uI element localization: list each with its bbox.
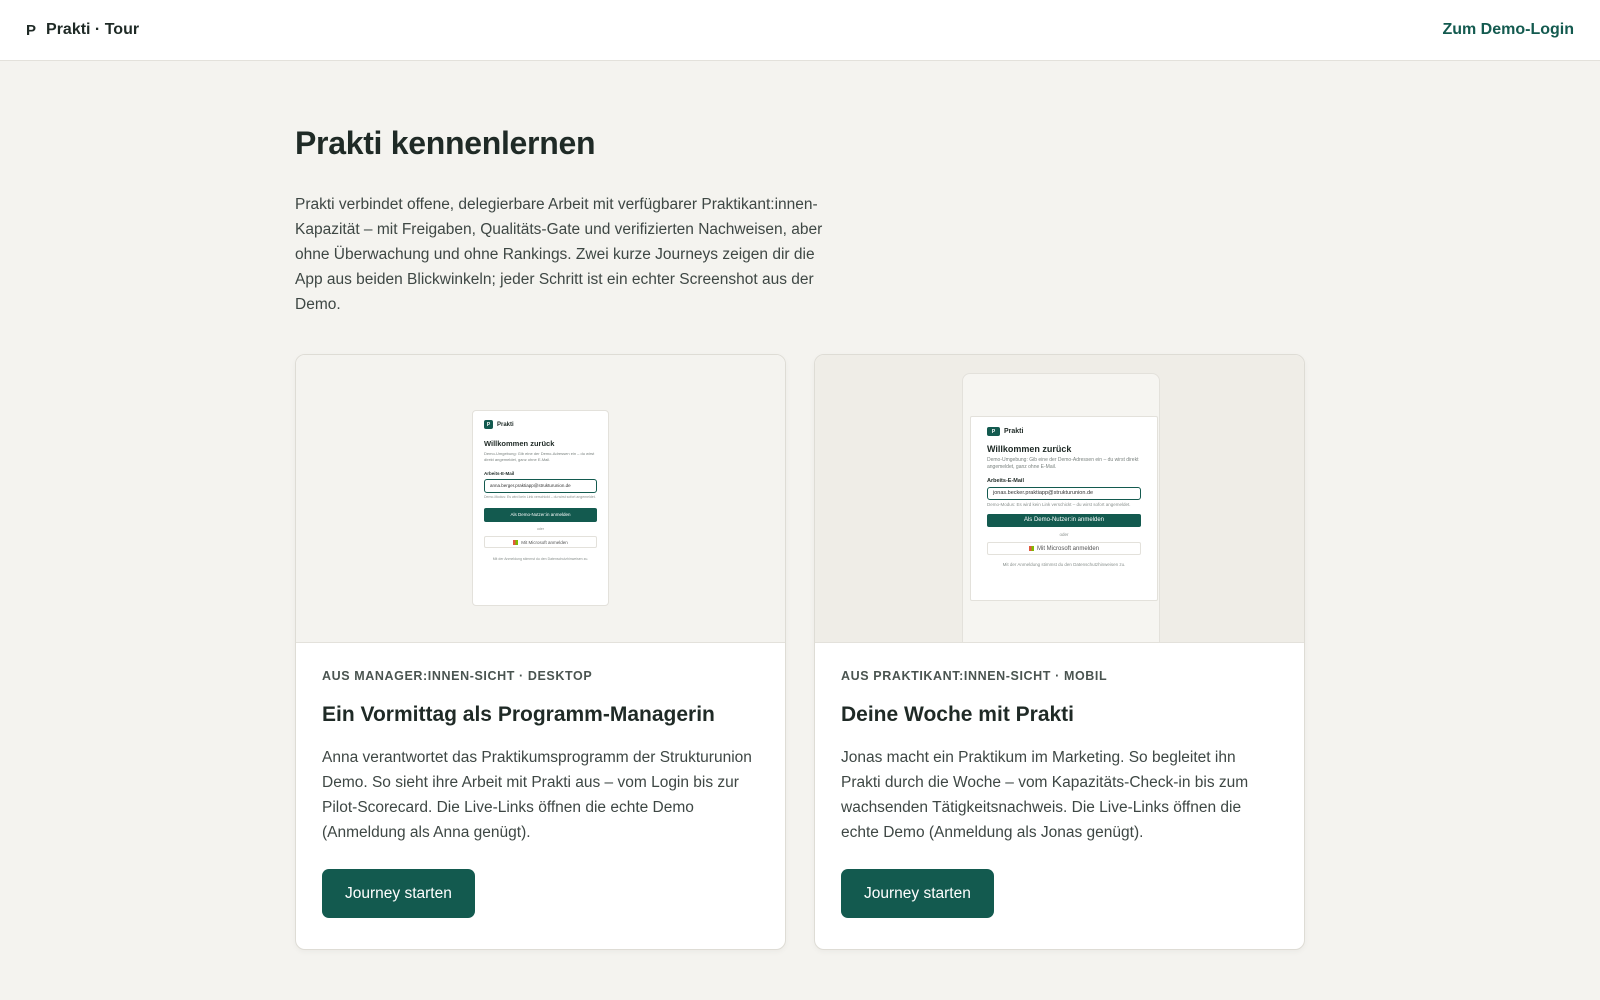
page-title: Prakti kennenlernen <box>295 125 596 161</box>
preview-microsoft-label: Mit Microsoft anmelden <box>521 540 568 545</box>
login-screenshot: P Prakti Willkommen zurück Demo-Umgebung… <box>472 410 609 606</box>
card-eyebrow: AUS PRAKTIKANT:INNEN-SICHT · MOBIL <box>841 669 1108 683</box>
preview-subtitle: Demo-Umgebung: Gib eine der Demo-Adresse… <box>987 457 1139 470</box>
card-body: AUS PRAKTIKANT:INNEN-SICHT · MOBIL Deine… <box>815 643 1304 918</box>
preview-brand: P Prakti <box>987 427 1141 436</box>
start-journey-button-intern[interactable]: Journey starten <box>841 869 994 918</box>
preview-title: Willkommen zurück <box>987 444 1072 454</box>
card-description: Jonas macht ein Praktikum im Marketing. … <box>841 749 1249 841</box>
preview-hint: Demo-Modus: Es wird kein Link verschickt… <box>484 495 596 499</box>
card-title: Deine Woche mit Prakti <box>841 703 1075 726</box>
journey-cards: P Prakti Willkommen zurück Demo-Umgebung… <box>295 354 1305 950</box>
preview-hint: Demo-Modus: Es wird kein Link verschickt… <box>987 502 1131 507</box>
preview-brand-name: Prakti <box>1004 428 1024 435</box>
microsoft-icon <box>1028 545 1034 551</box>
preview-logo-icon: P <box>484 420 493 429</box>
brand-name: Prakti · Tour <box>46 21 140 38</box>
journey-card-manager: P Prakti Willkommen zurück Demo-Umgebung… <box>295 354 786 950</box>
main-content: Prakti kennenlernen Prakti verbindet off… <box>295 61 1305 950</box>
brand[interactable]: P Prakti · Tour <box>26 21 139 39</box>
login-screenshot: P Prakti Willkommen zurück Demo-Umgebung… <box>970 416 1158 601</box>
preview-logo-icon: P <box>987 427 1000 436</box>
card-description: Anna verantwortet das Praktikumsprogramm… <box>322 749 752 841</box>
brand-logo: P <box>26 21 37 39</box>
preview-footer: Mit der Anmeldung stimmst du den Datensc… <box>492 557 589 561</box>
microsoft-icon <box>513 540 519 546</box>
preview-email-label: Arbeits-E-Mail <box>484 471 515 476</box>
card-eyebrow: AUS MANAGER:INNEN-SICHT · DESKTOP <box>322 669 593 683</box>
top-bar: P Prakti · Tour Zum Demo-Login <box>0 0 1600 61</box>
preview-or: oder <box>1059 532 1069 537</box>
card-title: Ein Vormittag als Programm-Managerin <box>322 703 715 726</box>
start-journey-button-manager[interactable]: Journey starten <box>322 869 475 918</box>
preview-footer: Mit der Anmeldung stimmst du den Datensc… <box>1002 562 1126 567</box>
preview-subtitle: Demo-Umgebung: Gib eine der Demo-Adresse… <box>484 451 595 462</box>
journey-card-intern: P Prakti Willkommen zurück Demo-Umgebung… <box>814 354 1305 950</box>
card-body: AUS MANAGER:INNEN-SICHT · DESKTOP Ein Vo… <box>296 643 785 918</box>
preview-microsoft-label: Mit Microsoft anmelden <box>1036 546 1100 552</box>
preview-title: Willkommen zurück <box>484 439 555 448</box>
demo-login-link[interactable]: Zum Demo-Login <box>1442 21 1574 39</box>
preview-submit-button: Als Demo-Nutzer:in anmelden <box>484 508 597 522</box>
preview-brand: P Prakti <box>484 420 597 429</box>
preview-microsoft-button: Mit Microsoft anmelden <box>484 536 597 548</box>
preview-microsoft-button: Mit Microsoft anmelden <box>987 542 1141 555</box>
preview-or: oder <box>536 527 544 531</box>
card-preview-desktop: P Prakti Willkommen zurück Demo-Umgebung… <box>296 355 785 643</box>
card-preview-mobile: P Prakti Willkommen zurück Demo-Umgebung… <box>815 355 1304 643</box>
preview-email-label: Arbeits-E-Mail <box>987 478 1024 484</box>
preview-submit-button: Als Demo-Nutzer:in anmelden <box>987 514 1141 527</box>
preview-email-field: anna.berger.praktiapp@strukturunion.de <box>484 479 597 493</box>
preview-email-field: jonas.becker.praktiapp@strukturunion.de <box>987 487 1141 500</box>
intro-text: Prakti verbindet offene, delegierbare Ar… <box>295 196 823 313</box>
preview-brand-name: Prakti <box>497 421 514 428</box>
